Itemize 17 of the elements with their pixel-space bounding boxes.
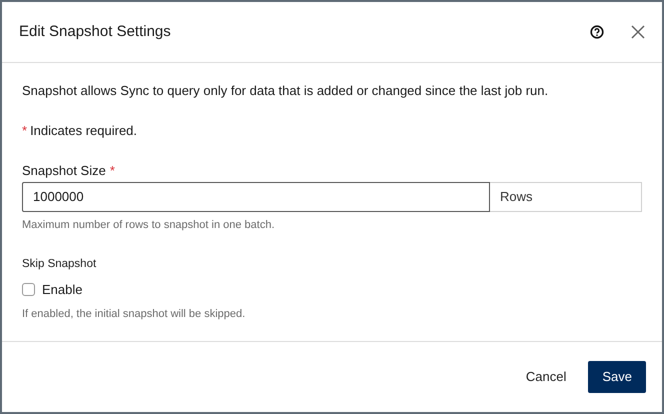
dialog-title: Edit Snapshot Settings [19, 22, 172, 42]
required-note: Indicates required. [30, 122, 138, 140]
required-asterisk: * [22, 122, 28, 140]
checkbox-label[interactable]: Enable [42, 280, 82, 300]
enable-checkbox[interactable] [22, 283, 35, 296]
save-button[interactable]: Save [588, 361, 646, 393]
snapshot-size-field[interactable]: 1000000 [22, 182, 490, 212]
close-icon[interactable] [631, 25, 645, 39]
help-text: Maximum number of rows to snapshot in one batch. [22, 218, 276, 233]
cancel-button[interactable]: Cancel [522, 361, 570, 393]
help-icon[interactable] [590, 25, 604, 39]
field-label: Snapshot Size [22, 162, 106, 180]
field-label: Skip Snapshot [22, 256, 98, 272]
unit-addon: Rows [490, 182, 642, 212]
required-asterisk: * [110, 162, 115, 180]
help-text: If enabled, the initial snapshot will be skipped. [22, 307, 246, 322]
description-text: Snapshot allows Sync to query only for data that is added or changed since the last job run. [22, 82, 550, 100]
